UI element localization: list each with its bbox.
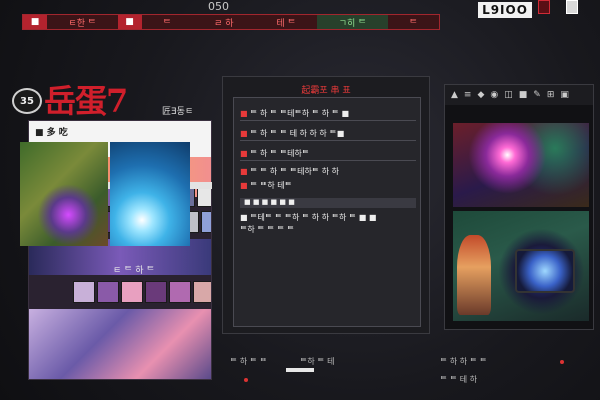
- top-segment[interactable]: ㅌ한 ᄐ: [47, 15, 118, 29]
- divider: [240, 120, 416, 121]
- toolbar-tool-icon[interactable]: ◆: [477, 90, 484, 100]
- app-root: 050 ■ ㅌ한 ᄐ ■ ᄐ ㄹ 하테 ᄐ ㄱ히 ᄐᄐ L9IOO 35 岳蛋7 匠Ǝ동ㅌ…: [0, 0, 600, 400]
- center-row-bullet: ■: [240, 129, 251, 138]
- top-segment[interactable]: ㄹ 하: [192, 15, 255, 29]
- thumbnail[interactable]: [121, 281, 143, 303]
- top-segment[interactable]: ■: [117, 15, 142, 29]
- thumbnail[interactable]: [193, 281, 211, 303]
- center-row: ■ ᄐ ᄐᄐ하 테ᄐ: [240, 180, 292, 191]
- center-panel-title: 起霸포 串 표: [301, 86, 351, 96]
- center-content-area: ■ ᄐ 하 ᄐ ᄐ테ᄐ하 ᄐ 하 ᄐ ■ ■ ᄐ 하 ᄐ ᄐ 테 하 하 하 ᄐ…: [233, 97, 421, 327]
- logo-subtitle: 匠Ǝ동ㅌ: [162, 107, 194, 117]
- toolbar-tool-icon[interactable]: ▲: [451, 90, 458, 100]
- top-segment[interactable]: 테 ᄐ: [254, 15, 318, 29]
- center-row-text: ᄐ ᄐᄐ하 테ᄐ: [250, 181, 292, 190]
- top-toolbar: ■ ㅌ한 ᄐ ■ ᄐ ㄹ 하테 ᄐ ㄱ히 ᄐᄐ: [22, 14, 440, 30]
- thumbnail[interactable]: [73, 281, 95, 303]
- top-segment[interactable]: ᄐ: [387, 15, 439, 29]
- top-number: 050: [208, 0, 229, 13]
- status-dot: [244, 378, 248, 382]
- bottom-label: ᄐ ᄐ 테 하: [440, 375, 478, 384]
- center-row: ■ ᄐ 하 ᄐ ᄐ 테 하 하 하 ᄐ■: [240, 128, 344, 139]
- center-row-bullet: ■: [240, 109, 251, 118]
- bottom-label: ᄐ하 ᄐ 테: [300, 357, 335, 366]
- left-panel-title: ■ 多 吃: [35, 128, 68, 138]
- left-bottom-banner[interactable]: [29, 309, 211, 379]
- top-segment[interactable]: ㄱ히 ᄐ: [317, 15, 388, 29]
- toolbar-tool-icon[interactable]: ✎: [533, 90, 541, 100]
- divider: [240, 160, 416, 161]
- arcade-monitor-image: [515, 249, 575, 293]
- right-toolbar: ▲ ≡ ◆ ◉ ◫ ■ ✎ ⊞ ▣: [445, 85, 593, 105]
- center-row: ■ ᄐ ᄐ 하 ᄐ ᄐ테하ᄐ 하 하: [240, 166, 339, 177]
- character-figure-image: [457, 235, 491, 315]
- window-button[interactable]: [566, 0, 578, 14]
- top-segment[interactable]: ■: [23, 15, 47, 29]
- thumbnail[interactable]: [145, 281, 167, 303]
- center-row-text: ᄐ 하 ᄐ ᄐ테ᄐ하 ᄐ 하 ᄐ ■: [250, 109, 350, 118]
- center-toolbar[interactable]: ■ ■ ■ ■ ■ ■: [240, 198, 416, 208]
- toolbar-tool-icon[interactable]: ⊞: [547, 90, 555, 100]
- effect-preview-thumbnail[interactable]: [110, 142, 190, 246]
- toolbar-tool-icon[interactable]: ◉: [490, 90, 498, 100]
- center-subrow-2: ᄐ하 ᄐ ᄐ ᄐ ᄐ: [240, 225, 295, 234]
- center-row-text: ᄐ 하 ᄐ ᄐ 테 하 하 하 ᄐ■: [250, 129, 345, 138]
- brand-label[interactable]: L9IOO: [478, 2, 532, 18]
- left-caption: ㅌ ᄐ 하 ᄐ: [113, 266, 155, 276]
- record-button[interactable]: [538, 0, 550, 14]
- center-row: ■ ᄐ 하 ᄐ ᄐ테ᄐ하 ᄐ 하 ᄐ ■: [240, 108, 349, 119]
- right-preview-panel[interactable]: ▲ ≡ ◆ ◉ ◫ ■ ✎ ⊞ ▣: [444, 84, 594, 330]
- toolbar-tool-icon[interactable]: ◫: [504, 90, 513, 100]
- center-toolbar-label: ■ ■ ■ ■ ■ ■: [244, 198, 295, 206]
- bottom-label: ᄐ 하 ᄐ ᄐᄐ: [230, 357, 268, 366]
- toolbar-tool-icon[interactable]: ■: [519, 90, 528, 100]
- center-row: ■ ᄐ 하 ᄐ ᄐ테하ᄐ: [240, 148, 309, 159]
- thumbnail[interactable]: [169, 281, 191, 303]
- toolbar-tool-icon[interactable]: ≡: [464, 90, 472, 100]
- game-screenshot-thumbnail[interactable]: [20, 142, 108, 246]
- logo-title: 岳蛋7: [44, 82, 128, 120]
- thumbnail[interactable]: [97, 281, 119, 303]
- thumb-row-3: [73, 281, 211, 303]
- center-row-text: ᄐ 하 ᄐ ᄐ테하ᄐ: [250, 149, 310, 158]
- bottom-label: ᄐ 하 하 ᄐ ᄐ: [440, 357, 487, 366]
- toolbar-tool-icon[interactable]: ▣: [560, 90, 569, 100]
- thumbnail[interactable]: [201, 211, 211, 233]
- logo-badge: 35: [12, 88, 42, 114]
- center-subrow: ■ ᄐ테ᄐ ᄐ ᄐ하 ᄐ 하 하 ᄐ하 ᄐ ■ ■: [240, 213, 377, 222]
- center-row-bullet: ■: [240, 167, 251, 176]
- preview-image-top[interactable]: [453, 123, 589, 207]
- bottom-indicator-bar: [286, 368, 314, 372]
- center-row-bullet: ■: [240, 149, 251, 158]
- center-row-text: ᄐ ᄐ 하 ᄐ ᄐ테하ᄐ 하 하: [250, 167, 339, 176]
- center-document-panel[interactable]: 起霸포 串 표 ■ ᄐ 하 ᄐ ᄐ테ᄐ하 ᄐ 하 ᄐ ■ ■ ᄐ 하 ᄐ ᄐ 테…: [222, 76, 430, 334]
- top-segment[interactable]: ᄐ: [141, 15, 193, 29]
- center-row-bullet: ■: [240, 181, 251, 190]
- status-dot: [560, 360, 564, 364]
- divider: [240, 140, 416, 141]
